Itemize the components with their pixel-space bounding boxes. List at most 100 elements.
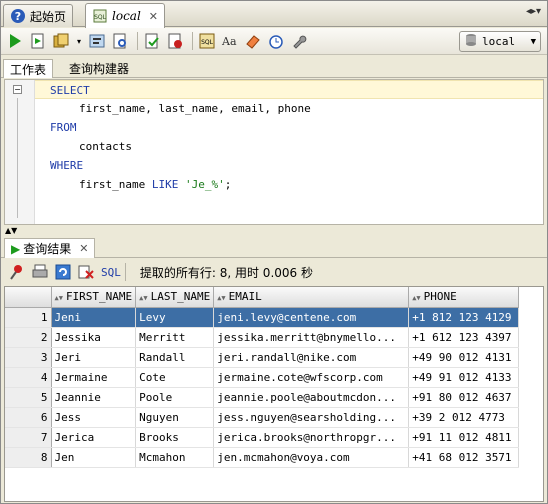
table-row[interactable]: 8 Jen Mcmahon jen.mcmahon@voya.com +41 68 01… xyxy=(5,447,520,468)
commit-icon[interactable] xyxy=(51,31,71,51)
svg-text:Aa: Aa xyxy=(221,35,237,48)
sql-worksheet-icon: SQL xyxy=(92,8,108,24)
table-row[interactable]: 2 Jessika Merritt jessika.merritt@bnymello.… xyxy=(5,327,520,348)
cell-first-name[interactable]: Jen xyxy=(51,447,137,468)
close-tab-icon[interactable]: ✕ xyxy=(149,10,158,23)
results-grid[interactable]: ▲▼ FIRST_NAME ▲▼ LAST_NAME ▲▼ EMAIL ▲▼ PHONE… xyxy=(4,286,544,502)
pin-icon[interactable] xyxy=(7,262,27,282)
cell-first-name[interactable]: Jessika xyxy=(51,327,137,348)
chevron-down-icon: ▼ xyxy=(530,36,536,47)
commit-transaction-icon[interactable] xyxy=(142,31,162,51)
sort-icon: ▲▼ xyxy=(139,294,148,303)
column-header-email[interactable]: ▲▼ EMAIL xyxy=(213,287,410,308)
table-row[interactable]: 1 Jeni Levy jeni.levy@centene.com +1 812 123… xyxy=(5,307,520,328)
cell-phone[interactable]: +91 80 012 4637 xyxy=(408,387,520,408)
cell-phone[interactable]: +41 68 012 3571 xyxy=(408,447,520,468)
code-line: FROM xyxy=(50,121,77,134)
collapse-arrows-icon[interactable]: ▲▼ xyxy=(5,227,17,235)
clear-eraser-icon[interactable] xyxy=(243,31,263,51)
cell-first-name[interactable]: Jeni xyxy=(51,307,137,328)
tab-query-builder[interactable]: 查询构建器 xyxy=(63,59,135,78)
explain-plan-icon[interactable] xyxy=(87,31,107,51)
cell-phone[interactable]: +1 812 123 4129 xyxy=(408,307,520,328)
cell-email[interactable]: jessika.merritt@bnymello... xyxy=(213,327,410,348)
table-row[interactable]: 3 Jeri Randall jeri.randall@nike.com +49 90 … xyxy=(5,347,520,368)
database-icon xyxy=(464,33,478,50)
cell-email[interactable]: jerica.brooks@northropgr... xyxy=(213,427,410,448)
cell-phone[interactable]: +91 11 012 4811 xyxy=(408,427,520,448)
header-row: ▲▼ FIRST_NAME ▲▼ LAST_NAME ▲▼ EMAIL ▲▼ PHONE xyxy=(5,287,520,308)
row-number: 4 xyxy=(5,367,52,388)
cell-email[interactable]: jermaine.cote@wfscorp.com xyxy=(213,367,410,388)
autotrace-icon[interactable] xyxy=(110,31,130,51)
sql-tuning-icon[interactable]: SQL xyxy=(197,31,217,51)
cell-phone[interactable]: +1 612 123 4397 xyxy=(408,327,520,348)
pane-splitter[interactable]: ▲▼ xyxy=(1,226,547,236)
sql-developer-window: ? 起始页 SQL local ✕ ◂▸▾ ▾ SQL Aa local ▼ 工… xyxy=(0,0,548,504)
cell-last-name[interactable]: Poole xyxy=(135,387,215,408)
dropdown-arrow-icon[interactable]: ▾ xyxy=(74,31,84,51)
table-row[interactable]: 4 Jermaine Cote jermaine.cote@wfscorp.com +4… xyxy=(5,367,520,388)
row-number: 7 xyxy=(5,427,52,448)
fold-toggle-icon[interactable]: − xyxy=(13,85,22,94)
tab-local[interactable]: SQL local ✕ xyxy=(85,3,165,28)
worksheet-toolbar: ▾ SQL Aa local ▼ xyxy=(1,28,547,55)
cell-last-name[interactable]: Merritt xyxy=(135,327,215,348)
row-number: 8 xyxy=(5,447,52,468)
cell-first-name[interactable]: Jess xyxy=(51,407,137,428)
cell-email[interactable]: jess.nguyen@searsholding... xyxy=(213,407,410,428)
row-number-header xyxy=(5,287,52,308)
run-statement-icon[interactable] xyxy=(5,31,25,51)
cell-first-name[interactable]: Jeri xyxy=(51,347,137,368)
delete-icon[interactable] xyxy=(76,262,96,282)
code-area[interactable]: SELECT first_name, last_name, email, pho… xyxy=(35,80,543,194)
print-icon[interactable] xyxy=(30,262,50,282)
tab-label: local xyxy=(112,9,141,23)
sql-link[interactable]: SQL xyxy=(101,266,121,279)
cell-first-name[interactable]: Jeannie xyxy=(51,387,137,408)
document-tab-strip: ? 起始页 SQL local ✕ ◂▸▾ xyxy=(1,1,547,28)
sql-history-icon[interactable] xyxy=(266,31,286,51)
cell-phone[interactable]: +49 91 012 4133 xyxy=(408,367,520,388)
sort-icon: ▲▼ xyxy=(54,294,63,303)
run-script-icon[interactable] xyxy=(28,31,48,51)
cell-first-name[interactable]: Jermaine xyxy=(51,367,137,388)
cell-last-name[interactable]: Cote xyxy=(135,367,215,388)
cell-phone[interactable]: +39 2 012 4773 xyxy=(408,407,520,428)
column-header-first-name[interactable]: ▲▼ FIRST_NAME xyxy=(51,287,137,308)
cell-email[interactable]: jeri.randall@nike.com xyxy=(213,347,410,368)
help-icon: ? xyxy=(10,8,26,24)
rollback-icon[interactable] xyxy=(165,31,185,51)
tab-start-page[interactable]: ? 起始页 xyxy=(3,4,74,27)
tab-query-result[interactable]: ▶ 查询结果 ✕ xyxy=(4,238,96,258)
cell-email[interactable]: jeni.levy@centene.com xyxy=(213,307,410,328)
code-line: SELECT xyxy=(35,80,543,99)
row-number: 3 xyxy=(5,347,52,368)
table-row[interactable]: 7 Jerica Brooks jerica.brooks@northropgr...… xyxy=(5,427,520,448)
cell-phone[interactable]: +49 90 012 4131 xyxy=(408,347,520,368)
refresh-icon[interactable] xyxy=(53,262,73,282)
cell-last-name[interactable]: Randall xyxy=(135,347,215,368)
cell-last-name[interactable]: Mcmahon xyxy=(135,447,215,468)
column-header-phone[interactable]: ▲▼ PHONE xyxy=(408,287,520,308)
cell-last-name[interactable]: Brooks xyxy=(135,427,215,448)
results-table: ▲▼ FIRST_NAME ▲▼ LAST_NAME ▲▼ EMAIL ▲▼ PHONE… xyxy=(5,287,520,468)
connection-label: local xyxy=(482,35,516,48)
column-header-last-name[interactable]: ▲▼ LAST_NAME xyxy=(135,287,215,308)
cell-first-name[interactable]: Jerica xyxy=(51,427,137,448)
table-row[interactable]: 5 Jeannie Poole jeannie.poole@aboutmcdon...… xyxy=(5,387,520,408)
tab-list-menu-icon[interactable]: ◂▸▾ xyxy=(526,6,541,17)
close-tab-icon[interactable]: ✕ xyxy=(79,242,88,255)
editor-gutter: − xyxy=(5,80,35,224)
cell-last-name[interactable]: Levy xyxy=(135,307,215,328)
settings-wrench-icon[interactable] xyxy=(289,31,309,51)
table-row[interactable]: 6 Jess Nguyen jess.nguyen@searsholding... +3… xyxy=(5,407,520,428)
connection-selector[interactable]: local ▼ xyxy=(459,31,541,52)
sql-editor[interactable]: − SELECT first_name, last_name, email, p… xyxy=(4,79,544,225)
cell-email[interactable]: jen.mcmahon@voya.com xyxy=(213,447,410,468)
cell-last-name[interactable]: Nguyen xyxy=(135,407,215,428)
to-upper-lower-icon[interactable]: Aa xyxy=(220,31,240,51)
tab-worksheet[interactable]: 工作表 xyxy=(3,59,54,78)
svg-text:SQL: SQL xyxy=(201,39,214,46)
cell-email[interactable]: jeannie.poole@aboutmcdon... xyxy=(213,387,410,408)
